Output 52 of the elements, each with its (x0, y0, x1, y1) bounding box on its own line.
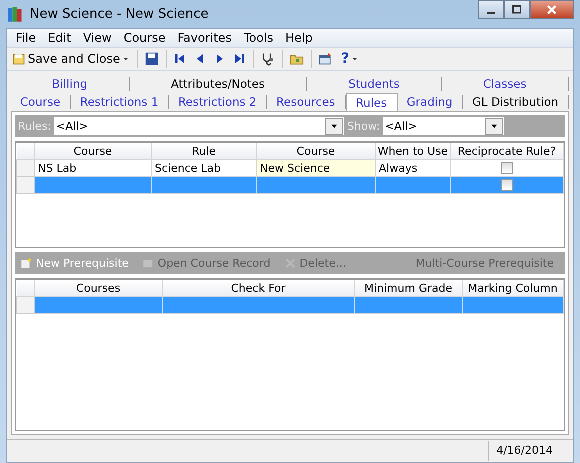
status-date: 4/16/2014 (488, 441, 573, 461)
checkbox[interactable] (501, 162, 513, 174)
minimize-button[interactable] (478, 0, 504, 19)
menu-item[interactable]: Favorites (172, 31, 238, 45)
column-header[interactable]: Check For (162, 280, 354, 296)
column-header[interactable]: Course (34, 143, 152, 160)
window-icon (319, 52, 334, 66)
last-record-icon (234, 53, 246, 65)
tab[interactable]: Students (307, 77, 442, 91)
filter-label: Rules: (18, 120, 52, 132)
maximize-button[interactable] (504, 0, 530, 19)
folder-icon (290, 52, 304, 66)
checkbox[interactable] (501, 179, 513, 191)
menu-item[interactable]: Help (280, 31, 319, 45)
first-record-icon (174, 53, 186, 65)
window-title: New Science - New Science (30, 6, 210, 22)
save-and-close-button[interactable]: Save and Close (9, 49, 134, 69)
filter-dropdown[interactable]: <All> (383, 117, 504, 135)
close-button[interactable] (530, 0, 574, 19)
filter-dropdown[interactable]: <All> (54, 117, 344, 135)
menu-item[interactable]: Edit (42, 31, 78, 45)
minimize-icon (487, 12, 495, 14)
table-cell: New Science (256, 160, 376, 176)
stethoscope-icon (261, 52, 276, 66)
floppy-icon (145, 52, 160, 66)
tab[interactable]: Restrictions 2 (169, 95, 268, 109)
save-close-icon (12, 52, 26, 66)
tab[interactable]: Classes (442, 77, 570, 91)
tab[interactable]: Grading (398, 95, 464, 109)
tab[interactable]: Course (11, 95, 71, 109)
menu-item[interactable]: Tools (238, 31, 280, 45)
column-header[interactable]: Course (256, 143, 376, 160)
menu-item[interactable]: File (10, 31, 42, 45)
column-header[interactable]: Reciprocate Rule? (450, 143, 564, 160)
tab[interactable]: GL Distribution (463, 95, 569, 109)
column-header[interactable]: Courses (34, 280, 162, 296)
tab[interactable]: Restrictions 1 (70, 95, 170, 109)
tab[interactable]: Billing (11, 77, 130, 91)
new-item-icon (20, 256, 33, 270)
tab[interactable]: Attributes/Notes (130, 77, 308, 91)
column-header[interactable]: Marking Column (462, 280, 564, 296)
column-header[interactable]: When to Use (376, 143, 450, 160)
tab[interactable]: Rules (346, 93, 398, 111)
close-icon (546, 4, 558, 16)
menu-item[interactable]: Course (118, 31, 172, 45)
books-icon (6, 5, 24, 23)
help-button[interactable]: ? (338, 49, 362, 69)
column-header[interactable]: Rule (152, 143, 256, 160)
maximize-icon (511, 4, 523, 16)
filter-label: Show: (347, 120, 380, 132)
column-header[interactable]: Minimum Grade (354, 280, 462, 296)
menu-item[interactable]: View (77, 31, 118, 45)
